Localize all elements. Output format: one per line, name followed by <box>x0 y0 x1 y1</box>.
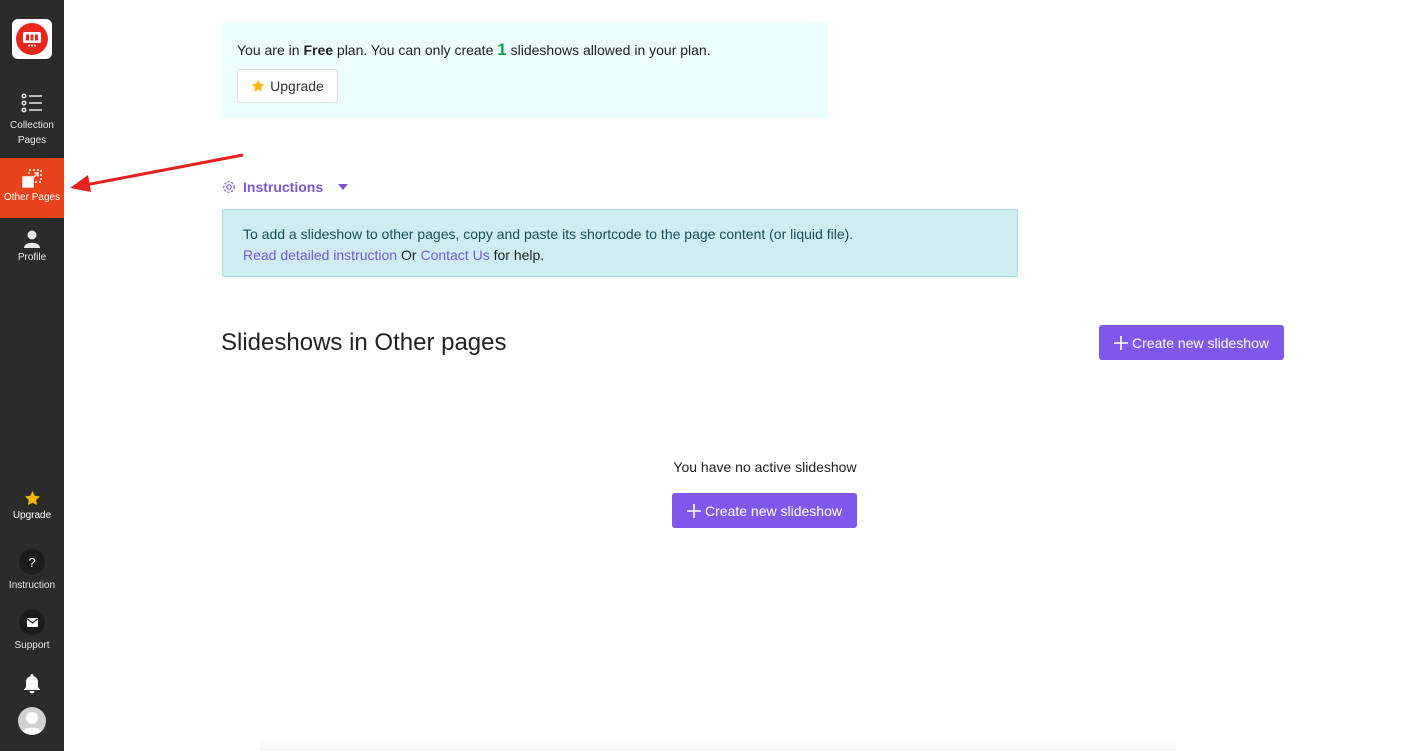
sidebar-item-label: Instruction <box>8 580 56 591</box>
page-title: Slideshows in Other pages <box>221 329 507 356</box>
bell-icon <box>23 674 41 694</box>
empty-state-text: You have no active slideshow <box>673 459 857 475</box>
sidebar-item-other-pages[interactable]: Other Pages <box>0 158 64 218</box>
sidebar-item-upgrade[interactable]: Upgrade <box>0 488 64 524</box>
plus-icon <box>1114 335 1129 350</box>
footer-shadow <box>260 736 1176 751</box>
create-new-slideshow-button[interactable]: Create new slideshow <box>1099 325 1284 360</box>
plan-middle: plan. You can only create <box>333 42 498 58</box>
caret-down-icon <box>338 184 349 190</box>
instructions-or: Or <box>397 247 421 263</box>
avatar[interactable] <box>18 707 46 735</box>
sidebar-item-label: Pages <box>17 135 47 146</box>
plan-notice: You are in Free plan. You can only creat… <box>222 23 828 118</box>
instructions-label: Instructions <box>243 179 324 195</box>
detailed-instruction-link[interactable]: Read detailed instruction <box>243 247 397 263</box>
instructions-toggle[interactable]: Instructions <box>222 179 349 195</box>
contact-us-link[interactable]: Contact Us <box>420 247 489 263</box>
sidebar-item-label: Profile <box>17 252 47 263</box>
mail-icon <box>19 609 45 635</box>
pages-icon <box>22 168 42 190</box>
plan-text: You are in Free plan. You can only creat… <box>237 40 711 60</box>
plus-icon <box>687 503 702 518</box>
annotation-arrow-icon <box>70 153 244 192</box>
star-icon <box>252 79 265 92</box>
sidebar: Collection Pages Other Pages Profile Upg… <box>0 0 64 751</box>
app-logo[interactable] <box>12 19 52 59</box>
instructions-tail: for help. <box>489 247 545 263</box>
question-icon: ? <box>19 549 45 575</box>
list-icon <box>21 88 43 118</box>
user-icon <box>24 228 40 250</box>
upgrade-button[interactable]: Upgrade <box>237 69 338 103</box>
star-icon <box>24 488 41 508</box>
sidebar-item-label: Support <box>14 640 50 651</box>
sidebar-item-label: Collection <box>10 120 54 131</box>
slideshow-logo-icon <box>16 23 48 55</box>
plan-suffix: slideshows allowed in your plan. <box>506 42 711 58</box>
sidebar-item-collection-pages[interactable]: Collection Pages <box>0 88 64 152</box>
create-label: Create new slideshow <box>1132 334 1269 351</box>
upgrade-label: Upgrade <box>270 78 324 94</box>
sidebar-item-instruction[interactable]: ? Instruction <box>0 549 64 597</box>
empty-create-new-slideshow-button[interactable]: Create new slideshow <box>672 493 857 528</box>
plan-name: Free <box>303 42 334 58</box>
plan-prefix: You are in <box>237 42 304 58</box>
instructions-box: To add a slideshow to other pages, copy … <box>222 209 1018 277</box>
sidebar-item-profile[interactable]: Profile <box>0 228 64 272</box>
notifications-button[interactable] <box>0 674 64 696</box>
create-label: Create new slideshow <box>705 502 842 519</box>
sidebar-item-label: Other Pages <box>3 192 61 203</box>
sidebar-item-support[interactable]: Support <box>0 609 64 657</box>
gear-icon <box>223 181 235 193</box>
slideshow-limit-count: 1 <box>497 40 507 59</box>
sidebar-item-label: Upgrade <box>12 510 52 521</box>
instructions-text: To add a slideshow to other pages, copy … <box>243 226 854 242</box>
